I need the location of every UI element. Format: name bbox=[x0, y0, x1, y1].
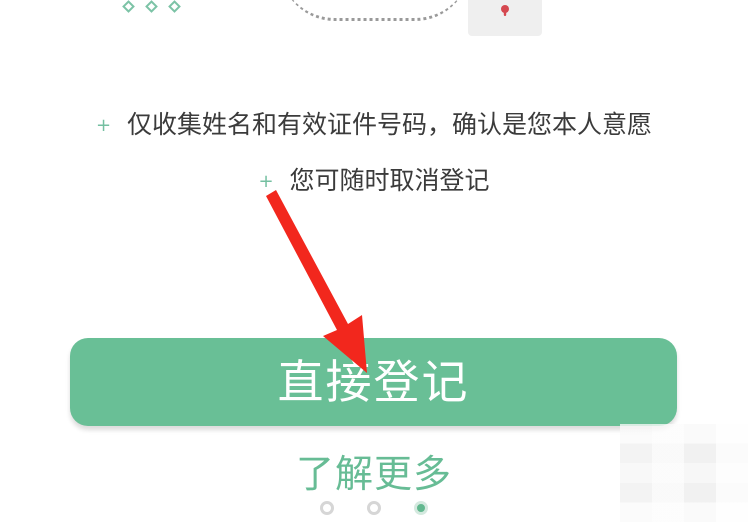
diamond-icon bbox=[145, 0, 158, 13]
direct-register-button[interactable]: 直接登记 bbox=[70, 338, 677, 426]
plus-icon: + bbox=[258, 171, 274, 192]
benefit-line-cancel: + 您可随时取消登记 bbox=[0, 166, 748, 199]
benefit-text: 您可随时取消登记 bbox=[289, 166, 490, 195]
page-indicator-dot bbox=[367, 501, 381, 515]
plus-icon: + bbox=[95, 115, 112, 136]
diamond-icon bbox=[122, 0, 135, 13]
page-indicator-dot-active bbox=[414, 501, 428, 515]
benefit-text: 仅收集姓名和有效证件号码，确认是您本人意愿 bbox=[127, 110, 653, 139]
diamond-decoration bbox=[122, 0, 181, 13]
benefit-line-identity: + 仅收集姓名和有效证件号码，确认是您本人意愿 bbox=[0, 110, 748, 143]
page-indicator bbox=[320, 498, 428, 518]
diamond-icon bbox=[168, 0, 181, 13]
blurred-watermark-area bbox=[620, 424, 748, 522]
dotted-arc-decoration bbox=[280, 0, 470, 21]
lock-card bbox=[468, 0, 542, 36]
lock-icon bbox=[501, 5, 509, 16]
top-illustration bbox=[0, 0, 748, 60]
page-indicator-dot bbox=[320, 501, 334, 515]
